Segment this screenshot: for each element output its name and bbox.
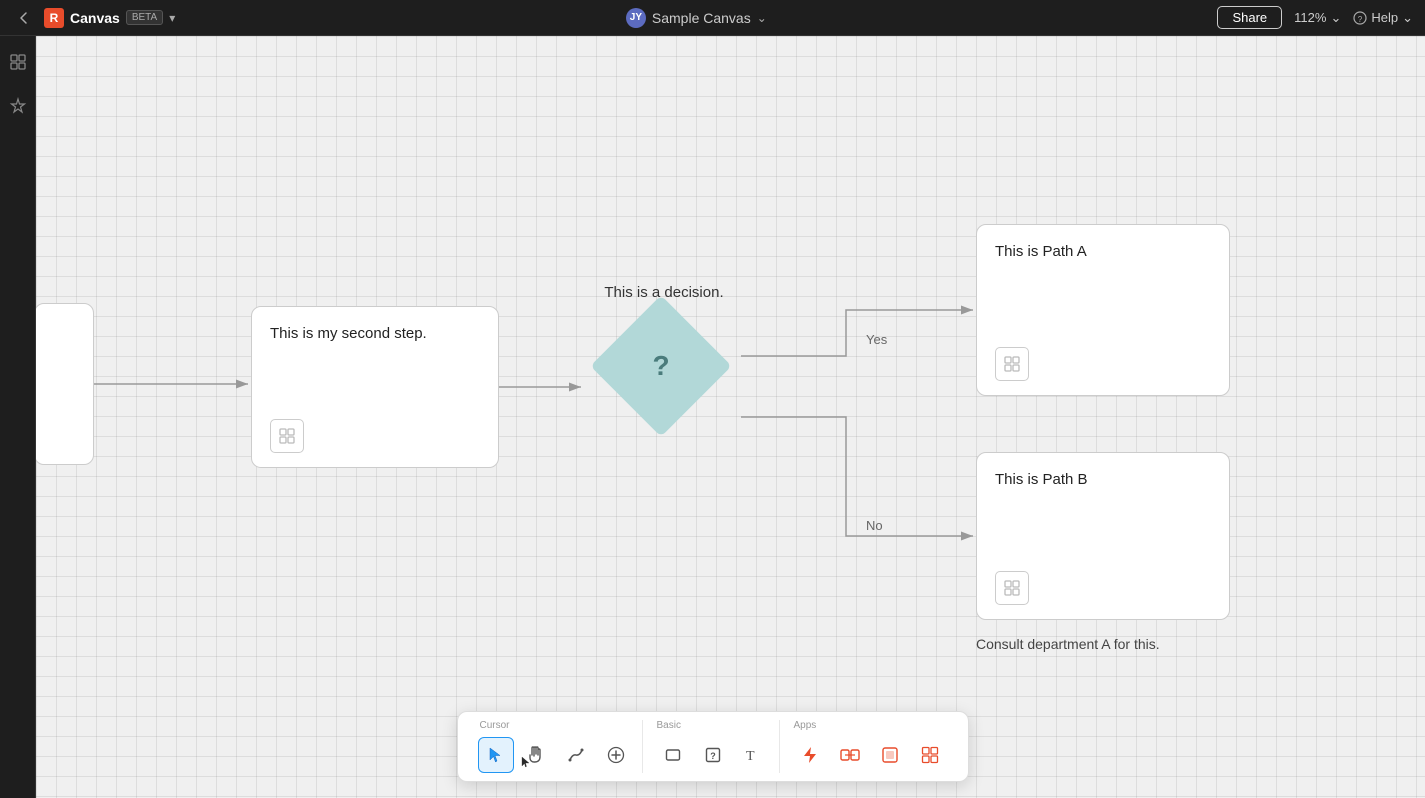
logo-icon: R [44, 8, 64, 28]
apps-section-label: Apps [792, 720, 817, 731]
toolbar-basic-section: Basic ? T [647, 720, 780, 773]
bottom-toolbar: Cursor [457, 711, 969, 782]
node-path-b-grid-icon[interactable] [995, 571, 1029, 605]
help-label: Help [1371, 10, 1398, 25]
topbar-center[interactable]: JY Sample Canvas ⌄ [626, 8, 767, 28]
node-step2-grid-icon[interactable] [270, 419, 304, 453]
node-path-b-icon-area [977, 563, 1229, 619]
canvas-dropdown-arrow[interactable]: ⌄ [757, 11, 767, 25]
square-app-icon[interactable] [872, 737, 908, 773]
svg-text:?: ? [710, 751, 716, 761]
diamond-container[interactable]: ? [581, 286, 741, 446]
node-path-a[interactable]: This is Path A [976, 224, 1230, 396]
text-tool-icon[interactable]: T [735, 737, 771, 773]
basic-section-label: Basic [655, 720, 681, 731]
canvas[interactable]: This is my second step. This is a decisi… [36, 36, 1425, 798]
canvas-title: Sample Canvas [652, 10, 751, 26]
yes-label: Yes [866, 332, 887, 347]
back-button[interactable] [12, 6, 36, 30]
node-path-a-grid-icon[interactable] [995, 347, 1029, 381]
cursor-section-label: Cursor [478, 720, 510, 731]
node-step2-icon-area [252, 411, 498, 467]
node-step2[interactable]: This is my second step. [251, 306, 499, 468]
sidebar-ai-icon[interactable] [4, 92, 32, 120]
lightning-app-icon[interactable] [792, 737, 828, 773]
add-tool-icon[interactable] [598, 737, 634, 773]
split-app-icon[interactable] [832, 737, 868, 773]
path-tool-icon[interactable] [558, 737, 594, 773]
help-arrow: ⌄ [1402, 10, 1413, 26]
toolbar-cursor-section: Cursor [470, 720, 643, 773]
node-path-b[interactable]: This is Path B [976, 452, 1230, 620]
no-label: No [866, 518, 883, 533]
share-button[interactable]: Share [1217, 6, 1282, 29]
toolbar-apps-section: Apps [784, 720, 956, 773]
cursor-tool-icon[interactable] [478, 737, 514, 773]
node-path-a-icon-area [977, 339, 1229, 395]
hand-tool-icon[interactable] [518, 737, 554, 773]
zoom-control[interactable]: 112% ⌄ [1294, 10, 1341, 26]
topbar-right: Share 112% ⌄ ? Help ⌄ [1217, 6, 1413, 29]
grid-app-icon[interactable] [912, 737, 948, 773]
topbar-left: R Canvas BETA ▾ [12, 6, 175, 30]
node-step2-title: This is my second step. [252, 307, 498, 352]
sidebar-pages-icon[interactable] [4, 48, 32, 76]
beta-badge: BETA [126, 10, 163, 25]
apps-icons [792, 737, 948, 773]
cursor-icons [478, 737, 634, 773]
topbar: R Canvas BETA ▾ JY Sample Canvas ⌄ Share… [0, 0, 1425, 36]
node-partial [36, 303, 94, 465]
basic-icons: ? T [655, 737, 771, 773]
user-avatar: JY [626, 8, 646, 28]
node-path-a-title: This is Path A [977, 225, 1229, 270]
app-name: Canvas [70, 10, 120, 26]
app-dropdown-arrow[interactable]: ▾ [169, 11, 175, 25]
zoom-label: 112% [1294, 10, 1326, 25]
svg-text:T: T [746, 749, 755, 764]
svg-text:?: ? [1358, 15, 1363, 24]
rectangle-tool-icon[interactable] [655, 737, 691, 773]
help-button[interactable]: ? Help ⌄ [1353, 10, 1413, 26]
node-path-b-title: This is Path B [977, 453, 1229, 498]
zoom-arrow: ⌄ [1330, 10, 1341, 26]
diamond-question: ? [652, 350, 669, 382]
app-logo: R Canvas BETA ▾ [44, 8, 175, 28]
path-b-note: Consult department A for this. [976, 636, 1160, 652]
question-tool-icon[interactable]: ? [695, 737, 731, 773]
sidebar [0, 36, 36, 798]
